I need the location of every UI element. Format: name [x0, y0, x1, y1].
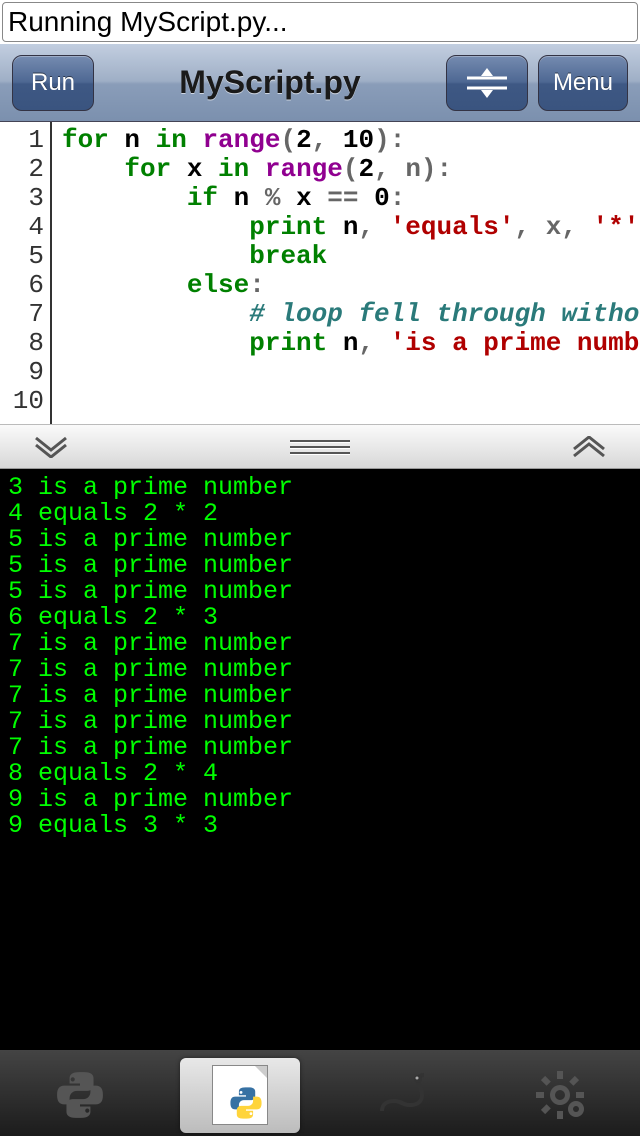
document-icon	[212, 1065, 268, 1125]
chevron-up-icon	[572, 436, 606, 458]
pane-divider[interactable]	[0, 424, 640, 469]
drag-grip-icon	[290, 440, 350, 454]
tab-settings[interactable]	[500, 1058, 620, 1133]
code-content[interactable]: for n in range(2, 10): for x in range(2,…	[52, 122, 640, 424]
code-editor[interactable]: 12345678910 for n in range(2, 10): for x…	[0, 122, 640, 424]
tab-editor[interactable]	[180, 1058, 300, 1133]
menu-button[interactable]: Menu	[538, 55, 628, 111]
file-title: MyScript.py	[179, 64, 360, 101]
nav-bar: Run MyScript.py Menu	[0, 44, 640, 122]
split-arrows-icon	[465, 68, 509, 98]
gear-icon	[534, 1069, 586, 1121]
status-bar: Running MyScript.py...	[2, 2, 638, 42]
chevron-down-icon	[34, 436, 68, 458]
tab-bar	[0, 1049, 640, 1136]
python-icon	[55, 1070, 105, 1120]
snake-icon	[372, 1071, 428, 1119]
tab-script[interactable]	[340, 1058, 460, 1133]
tab-interpreter[interactable]	[20, 1058, 140, 1133]
line-number-gutter: 12345678910	[0, 122, 52, 424]
status-text: Running MyScript.py...	[8, 6, 288, 38]
output-console[interactable]: 3 is a prime number 4 equals 2 * 2 5 is …	[0, 469, 640, 1049]
run-button[interactable]: Run	[12, 55, 94, 111]
split-view-button[interactable]	[446, 55, 528, 111]
python-icon	[229, 1086, 263, 1120]
